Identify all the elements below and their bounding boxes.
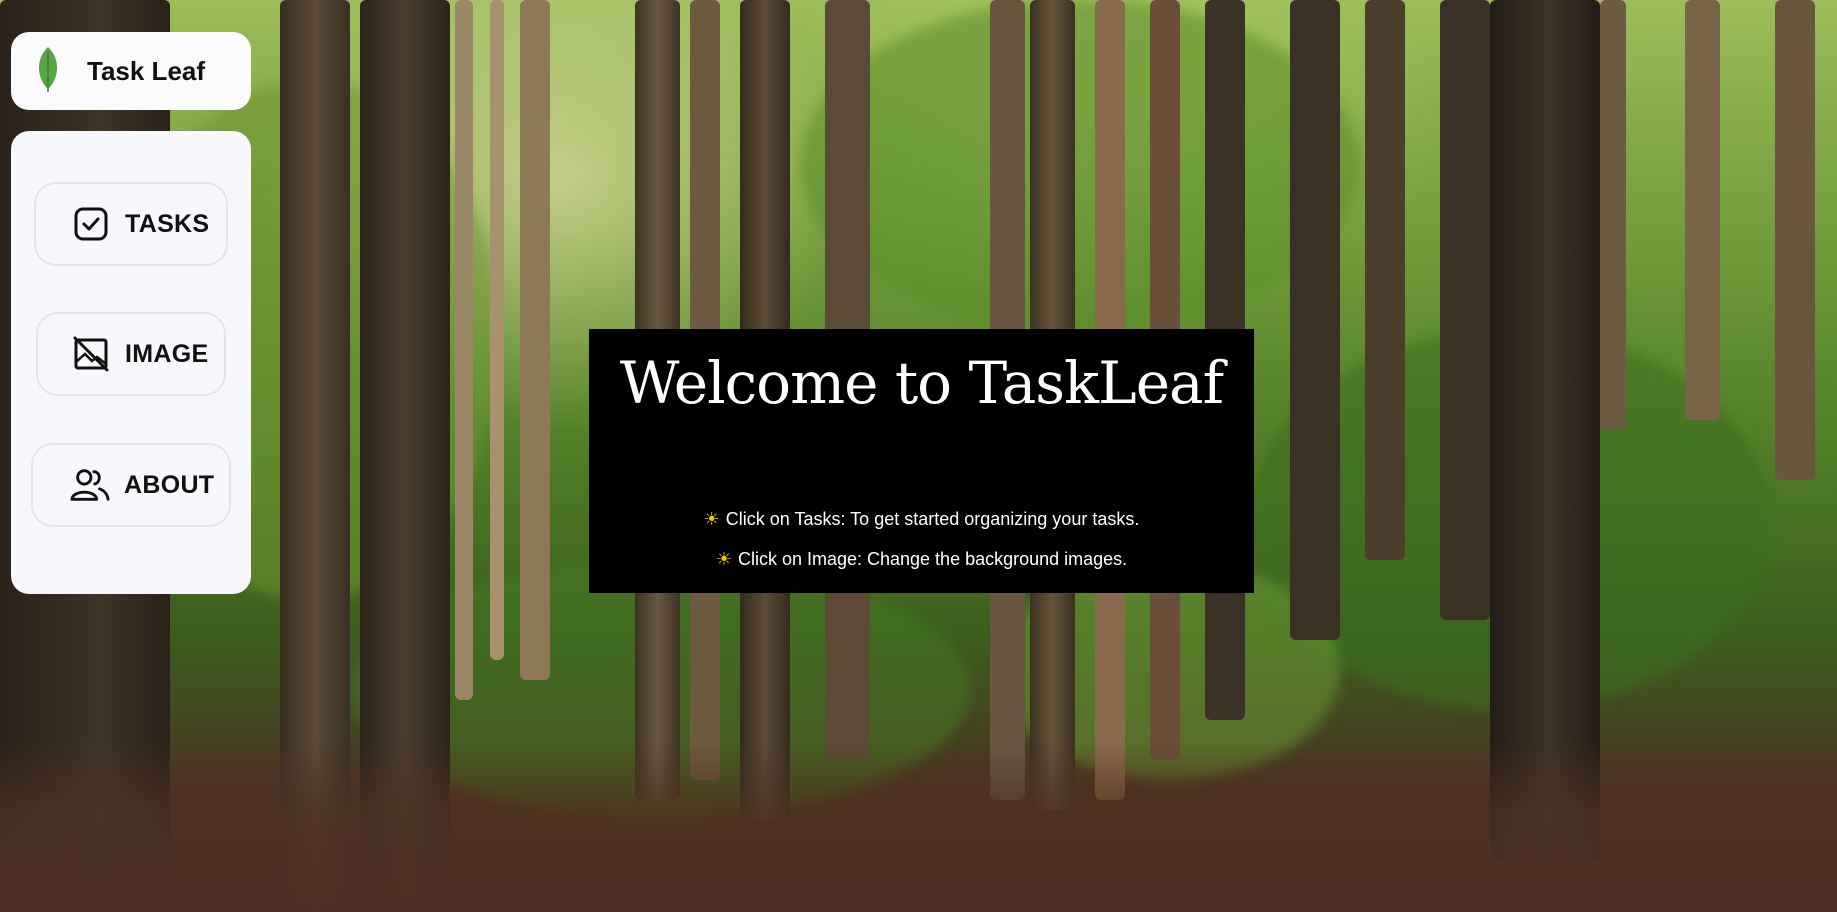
welcome-panel: Welcome to TaskLeaf ☀ Click on Tasks: To …: [589, 329, 1254, 593]
leaf-icon: [35, 45, 61, 97]
hint-tasks: ☀ Click on Tasks: To get started organizi…: [589, 499, 1254, 539]
task-check-icon: [71, 204, 111, 244]
brand-card[interactable]: Task Leaf: [11, 32, 251, 110]
tasks-button[interactable]: TASKS: [34, 182, 228, 266]
welcome-title: Welcome to TaskLeaf: [619, 349, 1224, 417]
image-label: IMAGE: [125, 339, 209, 368]
sun-icon: ☀: [703, 509, 720, 529]
image-off-icon: [71, 334, 111, 374]
image-button[interactable]: IMAGE: [36, 312, 226, 396]
about-label: ABOUT: [124, 470, 215, 499]
hint-list: ☀ Click on Tasks: To get started organizi…: [589, 499, 1254, 579]
tasks-label: TASKS: [125, 209, 210, 238]
sun-icon: ☀: [715, 549, 732, 569]
hint-image: ☀ Click on Image: Change the background i…: [589, 539, 1254, 579]
users-icon: [70, 465, 110, 505]
brand-title: Task Leaf: [87, 55, 206, 86]
hint-image-text: Click on Image: Change the background im…: [737, 549, 1128, 569]
about-button[interactable]: ABOUT: [31, 443, 231, 527]
app-window: Task Leaf TASKS IMAGE ABOUT Welcome to T…: [0, 0, 1837, 912]
sidebar-nav: TASKS IMAGE ABOUT: [11, 131, 251, 594]
hint-tasks-text: Click on Tasks: To get started organizin…: [725, 509, 1140, 529]
